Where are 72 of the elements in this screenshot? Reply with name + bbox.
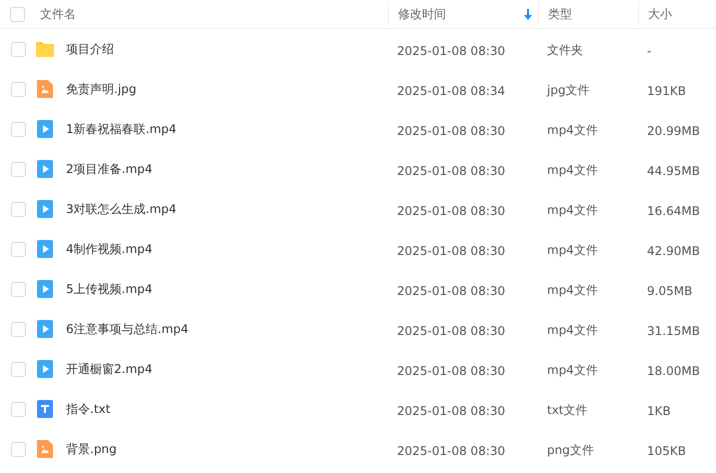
row-checkbox[interactable]	[11, 322, 26, 336]
file-type: txt文件	[547, 403, 588, 417]
row-checkbox[interactable]	[11, 122, 26, 136]
file-name[interactable]: 指令.txt	[66, 400, 110, 418]
file-name[interactable]: 免责声明.jpg	[66, 80, 136, 98]
modified-time: 2025-01-08 08:30	[397, 124, 506, 138]
file-type: jpg文件	[547, 83, 590, 97]
modified-time: 2025-01-08 08:30	[397, 244, 506, 258]
video-file-icon	[35, 319, 55, 339]
sort-arrow-icon[interactable]	[524, 8, 532, 20]
column-header[interactable]: 修改时间	[398, 6, 446, 22]
row-checkbox[interactable]	[11, 362, 26, 376]
modified-time: 2025-01-08 08:30	[397, 444, 506, 458]
video-file-icon	[35, 159, 55, 179]
row-checkbox[interactable]	[11, 282, 26, 296]
select-all-checkbox[interactable]	[10, 6, 25, 22]
text-file-icon	[35, 399, 55, 419]
column-header[interactable]: 文件名	[40, 6, 76, 22]
file-name[interactable]: 1新春祝福春联.mp4	[66, 120, 176, 138]
file-name[interactable]: 6注意事项与总结.mp4	[66, 320, 188, 338]
column-header[interactable]: 大小	[648, 6, 672, 22]
column-header[interactable]: 类型	[548, 6, 572, 22]
image-file-icon	[35, 79, 55, 99]
file-size: 44.95MB	[647, 164, 700, 178]
row-checkbox[interactable]	[11, 242, 26, 256]
file-size: 16.64MB	[647, 204, 700, 218]
file-name[interactable]: 开通橱窗2.mp4	[66, 360, 152, 378]
row-checkbox[interactable]	[11, 162, 26, 176]
file-name[interactable]: 3对联怎么生成.mp4	[66, 200, 176, 218]
video-file-icon	[35, 239, 55, 259]
video-file-icon	[35, 279, 55, 299]
modified-time: 2025-01-08 08:30	[397, 284, 506, 298]
file-type: png文件	[547, 443, 594, 457]
file-name[interactable]: 5上传视频.mp4	[66, 280, 152, 298]
modified-time: 2025-01-08 08:30	[397, 44, 506, 58]
file-type: mp4文件	[547, 363, 598, 377]
file-name[interactable]: 4制作视频.mp4	[66, 240, 152, 258]
file-name[interactable]: 2项目准备.mp4	[66, 160, 152, 178]
video-file-icon	[35, 199, 55, 219]
file-name[interactable]: 项目介绍	[66, 40, 114, 58]
file-size: -	[647, 44, 652, 58]
file-size: 9.05MB	[647, 284, 692, 298]
file-size: 191KB	[647, 84, 686, 98]
row-checkbox[interactable]	[11, 82, 26, 96]
modified-time: 2025-01-08 08:30	[397, 404, 506, 418]
file-type: 文件夹	[547, 43, 583, 57]
modified-time: 2025-01-08 08:30	[397, 164, 506, 178]
file-size: 20.99MB	[647, 124, 700, 138]
modified-time: 2025-01-08 08:34	[397, 84, 506, 98]
video-file-icon	[35, 359, 55, 379]
modified-time: 2025-01-08 08:30	[397, 364, 506, 378]
file-type: mp4文件	[547, 203, 598, 217]
row-checkbox[interactable]	[11, 442, 26, 456]
file-type: mp4文件	[547, 243, 598, 257]
row-checkbox[interactable]	[11, 202, 26, 216]
folder-icon	[35, 39, 55, 59]
file-size: 1KB	[647, 404, 671, 418]
file-type: mp4文件	[547, 283, 598, 297]
file-type: mp4文件	[547, 323, 598, 337]
video-file-icon	[35, 119, 55, 139]
file-type: mp4文件	[547, 163, 598, 177]
row-checkbox[interactable]	[11, 42, 26, 56]
file-size: 42.90MB	[647, 244, 700, 258]
modified-time: 2025-01-08 08:30	[397, 204, 506, 218]
file-type: mp4文件	[547, 123, 598, 137]
image-file-icon	[35, 439, 55, 459]
file-size: 105KB	[647, 444, 686, 458]
file-size: 18.00MB	[647, 364, 700, 378]
modified-time: 2025-01-08 08:30	[397, 324, 506, 338]
file-name[interactable]: 背景.png	[66, 440, 117, 458]
row-checkbox[interactable]	[11, 402, 26, 416]
file-size: 31.15MB	[647, 324, 700, 338]
